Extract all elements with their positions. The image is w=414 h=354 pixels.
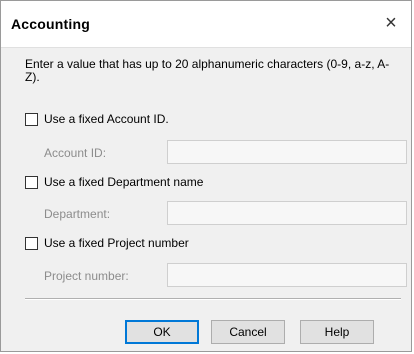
project-checkbox-label[interactable]: Use a fixed Project number: [44, 236, 189, 250]
project-checkbox[interactable]: [25, 236, 38, 250]
account-id-label: Account ID:: [44, 146, 107, 160]
department-checkbox-row[interactable]: Use a fixed Department name: [25, 173, 203, 191]
help-button[interactable]: Help: [300, 320, 374, 344]
department-checkbox[interactable]: [25, 175, 38, 189]
cancel-button[interactable]: Cancel: [211, 320, 285, 344]
project-number-label: Project number:: [44, 269, 129, 283]
dialog-title: Accounting: [11, 16, 90, 32]
divider: [25, 298, 401, 300]
department-label: Department:: [44, 207, 111, 221]
accounting-dialog: Accounting × Enter a value that has up t…: [0, 0, 412, 352]
account-id-checkbox-label[interactable]: Use a fixed Account ID.: [44, 112, 169, 126]
department-checkbox-label[interactable]: Use a fixed Department name: [44, 175, 203, 189]
instruction-text: Enter a value that has up to 20 alphanum…: [25, 57, 390, 84]
close-icon[interactable]: ×: [375, 8, 407, 38]
ok-button[interactable]: OK: [125, 320, 199, 344]
title-bar: Accounting ×: [1, 1, 411, 48]
project-number-input[interactable]: [167, 263, 407, 287]
account-id-checkbox[interactable]: [25, 112, 38, 126]
department-input[interactable]: [167, 201, 407, 225]
account-id-input[interactable]: [167, 140, 407, 164]
project-checkbox-row[interactable]: Use a fixed Project number: [25, 234, 189, 252]
account-id-checkbox-row[interactable]: Use a fixed Account ID.: [25, 110, 169, 128]
